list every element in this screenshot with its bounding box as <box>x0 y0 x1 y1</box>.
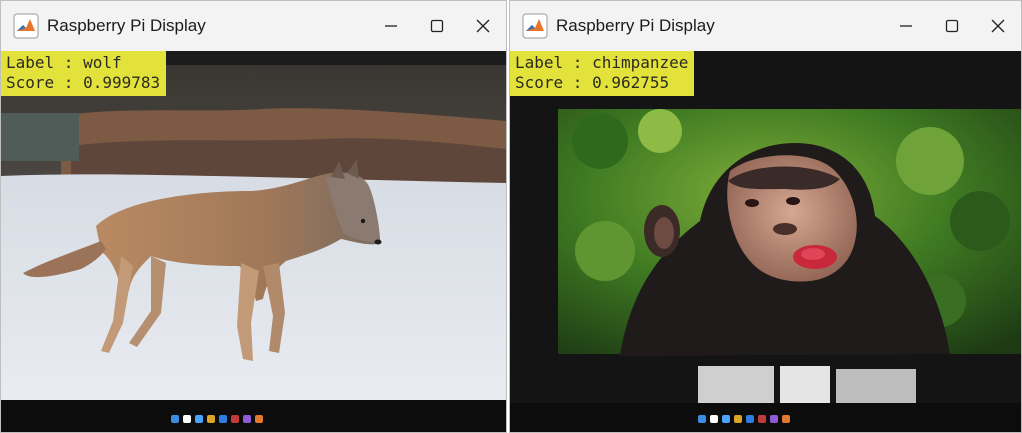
taskbar-icon <box>231 415 239 423</box>
score-text: Score : 0.962755 <box>515 73 670 92</box>
taskbar-icon <box>183 415 191 423</box>
minimize-icon <box>900 25 912 27</box>
classification-overlay: Label : chimpanzee Score : 0.962755 <box>510 51 695 96</box>
close-button[interactable] <box>460 1 506 51</box>
raspberry-pi-display-window-chimpanzee[interactable]: Raspberry Pi Display Label: chimpanzee … <box>509 0 1022 433</box>
taskbar-icon <box>171 415 179 423</box>
label-text: Label : wolf <box>6 53 122 72</box>
taskbar-icon <box>770 415 778 423</box>
wolf-photo <box>1 51 506 432</box>
window-title: Raspberry Pi Display <box>556 16 715 35</box>
taskbar-icon <box>698 415 706 423</box>
window-title: Raspberry Pi Display <box>47 16 206 35</box>
screen-taskbar-icons <box>698 415 790 423</box>
label-text: Label : chimpanzee <box>515 53 689 72</box>
maximize-button[interactable] <box>929 1 975 51</box>
taskbar-icon <box>243 415 251 423</box>
taskbar-icon <box>758 415 766 423</box>
title-bar[interactable]: Raspberry Pi Display <box>1 1 506 51</box>
screen-taskbar-icons <box>171 415 263 423</box>
taskbar-icon <box>207 415 215 423</box>
taskbar-icon <box>255 415 263 423</box>
close-icon <box>476 19 490 33</box>
title-bar[interactable]: Raspberry Pi Display <box>510 1 1021 51</box>
taskbar-icon <box>710 415 718 423</box>
matlab-app-icon <box>522 13 548 39</box>
chimpanzee-photo <box>510 51 1021 432</box>
matlab-app-icon <box>13 13 39 39</box>
score-text: Score : 0.999783 <box>6 73 161 92</box>
maximize-button[interactable] <box>414 1 460 51</box>
taskbar-icon <box>195 415 203 423</box>
minimize-button[interactable] <box>883 1 929 51</box>
camera-feed: Label : wolf Score : 0.999783 <box>1 51 506 432</box>
taskbar-icon <box>746 415 754 423</box>
close-button[interactable] <box>975 1 1021 51</box>
minimize-button[interactable] <box>368 1 414 51</box>
maximize-icon <box>430 19 444 33</box>
maximize-icon <box>945 19 959 33</box>
classification-overlay: Label : wolf Score : 0.999783 <box>1 51 167 96</box>
raspberry-pi-display-window-wolf[interactable]: Raspberry Pi Display Label: wolf Score … <box>0 0 507 433</box>
close-icon <box>991 19 1005 33</box>
taskbar-icon <box>219 415 227 423</box>
camera-feed: Label : chimpanzee Score : 0.962755 <box>510 51 1021 432</box>
taskbar-icon <box>782 415 790 423</box>
taskbar-icon <box>734 415 742 423</box>
minimize-icon <box>385 25 397 27</box>
taskbar-icon <box>722 415 730 423</box>
